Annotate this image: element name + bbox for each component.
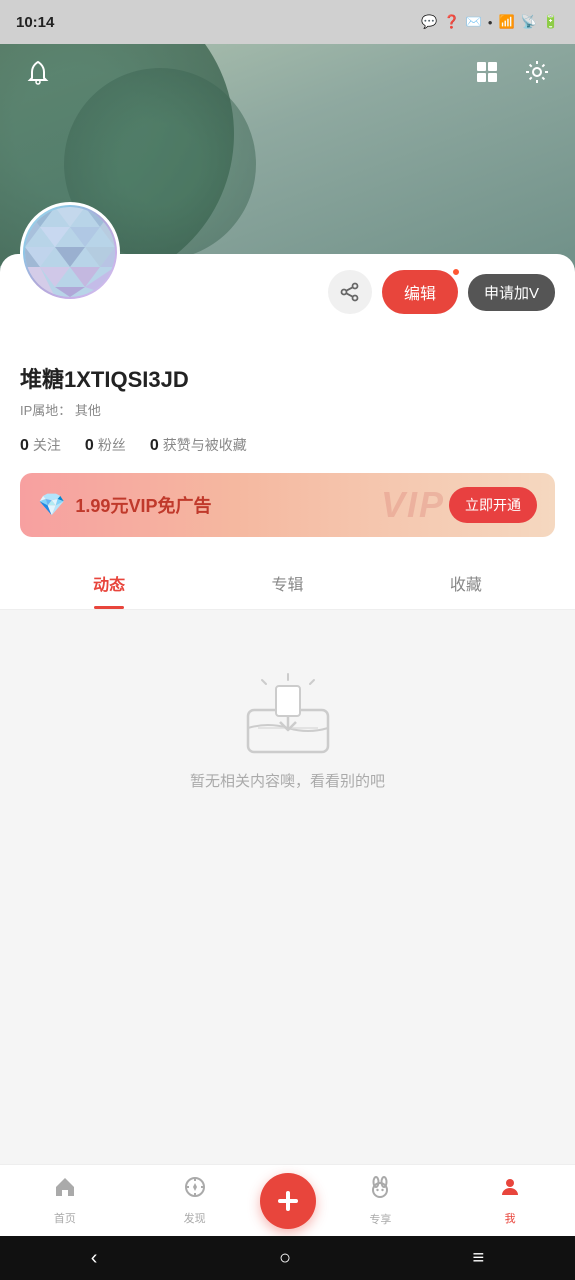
likes-label: 获赞与被收藏 [163,435,247,455]
vip-banner[interactable]: 💎 1.99元VIP免广告 VIP 立即开通 [20,473,555,537]
tab-album[interactable]: 专辑 [198,557,376,609]
nav-exclusive-label: 专享 [369,1211,391,1227]
android-nav-bar: ‹ ○ ≡ [0,1236,575,1280]
settings-icon[interactable] [519,54,555,90]
avatar-image [25,207,115,297]
ip-location-value: 其他 [75,403,101,418]
top-nav-right-icons [469,54,555,90]
profile-card: 编辑 申请加V 堆糖1XTIQSI3JD IP属地： 其他 0 关注 0 粉丝 … [0,254,575,610]
discover-icon [183,1175,207,1206]
top-navigation [0,44,575,100]
nav-create-button[interactable] [260,1173,316,1229]
question-icon: ❓ [444,14,460,30]
email-icon: ✉️ [466,14,482,30]
vip-open-button[interactable]: 立即开通 [449,487,537,523]
vip-diamond-icon: 💎 [38,492,65,518]
wifi-icon: 📶 [498,14,514,30]
followers-count: 0 [85,437,94,455]
vip-banner-left: 💎 1.99元VIP免广告 [38,492,211,518]
ip-location-label: IP属地： [20,403,71,418]
tab-favorites[interactable]: 收藏 [377,557,555,609]
nav-discover[interactable]: 发现 [130,1175,260,1226]
nav-discover-label: 发现 [184,1210,206,1226]
status-time: 10:14 [16,14,54,31]
empty-state: 暂无相关内容噢，看看别的吧 [0,610,575,831]
ip-location: IP属地： 其他 [20,400,555,419]
vip-banner-text: 1.99元VIP免广告 [75,492,211,518]
following-count: 0 [20,437,29,455]
nav-home[interactable]: 首页 [0,1175,130,1226]
empty-state-text: 暂无相关内容噢，看看别的吧 [190,770,385,791]
likes-count: 0 [150,437,159,455]
exclusive-icon [367,1174,393,1207]
nav-me[interactable]: 我 [445,1175,575,1226]
battery-icon: 🔋 [543,14,559,30]
profile-tabs: 动态 专辑 收藏 [0,557,575,610]
signal-icon: 📡 [521,14,537,30]
notification-bell-icon[interactable] [20,54,56,90]
nav-exclusive[interactable]: 专享 [316,1174,446,1227]
apply-v-button[interactable]: 申请加V [468,274,555,311]
bottom-navigation: 首页 发现 [0,1164,575,1236]
avatar [20,202,120,302]
empty-icon [238,670,338,750]
android-home-button[interactable]: ○ [259,1239,311,1278]
likes-stat[interactable]: 0 获赞与被收藏 [150,435,247,455]
username: 堆糖1XTIQSI3JD [20,362,555,394]
chat-icon: 💬 [421,14,437,30]
status-bar: 10:14 💬 ❓ ✉️ • 📶 📡 🔋 [0,0,575,44]
share-button[interactable] [328,270,372,314]
edit-profile-button[interactable]: 编辑 [382,270,458,314]
signal-dot: • [488,15,493,30]
nav-me-label: 我 [505,1210,516,1226]
followers-stat[interactable]: 0 粉丝 [85,435,126,455]
status-icons: 💬 ❓ ✉️ • 📶 📡 🔋 [421,14,559,30]
me-icon [498,1175,522,1206]
android-menu-button[interactable]: ≡ [453,1239,505,1278]
android-back-button[interactable]: ‹ [71,1239,118,1278]
stats-row: 0 关注 0 粉丝 0 获赞与被收藏 [20,435,555,455]
home-icon [53,1175,77,1206]
following-label: 关注 [33,435,61,455]
tab-activity[interactable]: 动态 [20,557,198,609]
avatar-wrapper [20,202,120,302]
followers-label: 粉丝 [98,435,126,455]
following-stat[interactable]: 0 关注 [20,435,61,455]
nav-home-label: 首页 [54,1210,76,1226]
edit-btn-notification-dot [451,267,461,277]
grid-icon[interactable] [469,54,505,90]
vip-watermark: VIP [381,484,445,526]
